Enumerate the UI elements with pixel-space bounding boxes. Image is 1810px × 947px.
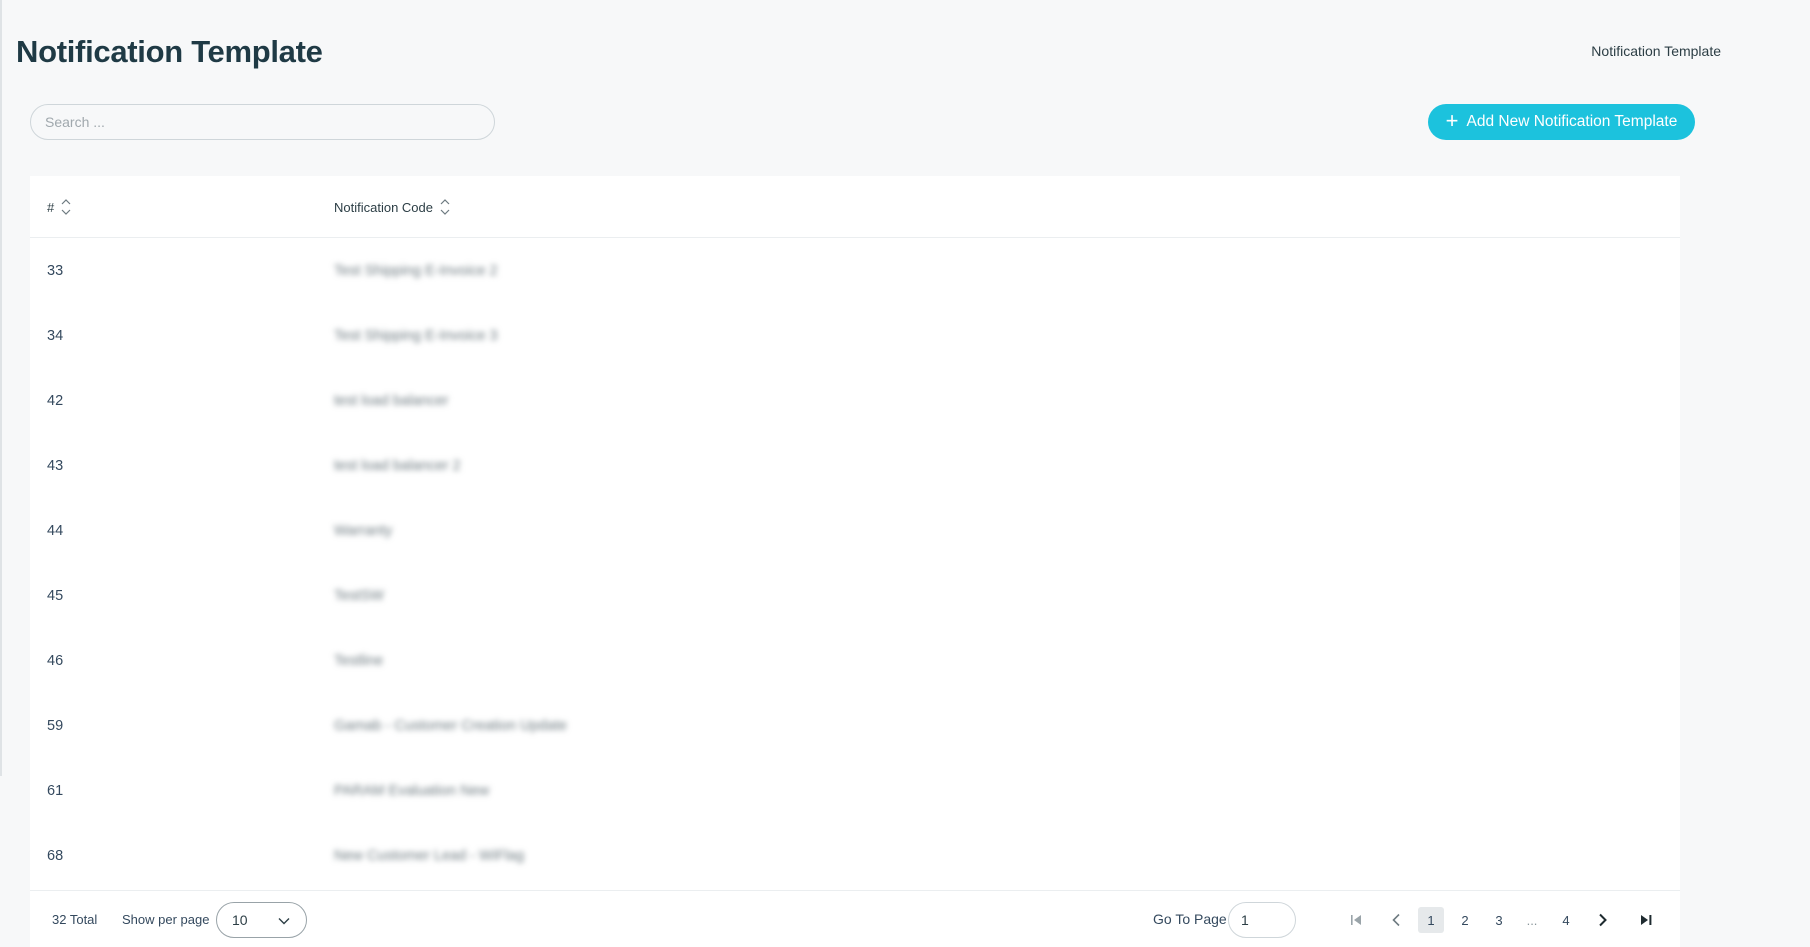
table-row[interactable]: 42 test load balancer	[30, 368, 1680, 433]
left-divider	[0, 0, 2, 776]
notification-table: # Notification Code 33 Test Shipping E-I…	[30, 176, 1680, 947]
per-page-value: 10	[232, 912, 248, 928]
row-notification-code: test load balancer	[334, 392, 449, 409]
column-header-label: Notification Code	[334, 199, 433, 215]
page-title: Notification Template	[16, 34, 323, 69]
column-header-label: #	[47, 199, 55, 215]
table-row[interactable]: 34 Test Shipping E-Invoice 3	[30, 303, 1680, 368]
last-page-icon[interactable]	[1633, 907, 1659, 933]
row-id: 43	[47, 457, 64, 474]
table-header: # Notification Code	[30, 176, 1680, 238]
row-notification-code: Warranty	[334, 522, 393, 539]
per-page-label: Show per page	[122, 911, 210, 927]
go-to-page-input[interactable]	[1228, 902, 1296, 938]
first-page-icon[interactable]	[1343, 907, 1369, 933]
page-3[interactable]: 3	[1486, 907, 1512, 933]
column-header-id[interactable]: #	[47, 176, 72, 238]
table-footer: 32 Total Show per page 10 Go To Page 1 2…	[30, 890, 1680, 947]
row-notification-code: Test Shipping E-Invoice 3	[334, 327, 498, 344]
table-body: 33 Test Shipping E-Invoice 2 34 Test Shi…	[30, 238, 1680, 888]
table-row[interactable]: 43 test load balancer 2	[30, 433, 1680, 498]
table-row[interactable]: 46 Testline	[30, 628, 1680, 693]
table-row[interactable]: 59 Gamab - Customer Creation Update	[30, 693, 1680, 758]
breadcrumb[interactable]: Notification Template	[1591, 43, 1721, 59]
row-id: 61	[47, 782, 64, 799]
row-id: 68	[47, 847, 64, 864]
total-count: 32 Total	[52, 911, 98, 927]
page-ellipsis: ...	[1526, 912, 1538, 928]
row-id: 44	[47, 522, 64, 539]
table-row[interactable]: 44 Warranty	[30, 498, 1680, 563]
sort-icon[interactable]	[439, 197, 451, 217]
table-row[interactable]: 45 TestSW	[30, 563, 1680, 628]
row-notification-code: TestSW	[334, 587, 384, 604]
page-4[interactable]: 4	[1553, 907, 1579, 933]
prev-page-icon[interactable]	[1383, 907, 1409, 933]
row-notification-code: test load balancer 2	[334, 457, 461, 474]
column-header-notification-code[interactable]: Notification Code	[334, 176, 451, 238]
search-input[interactable]	[30, 104, 495, 140]
row-notification-code: New Customer Lead - WiFlag	[334, 847, 525, 864]
page-2[interactable]: 2	[1452, 907, 1478, 933]
table-row[interactable]: 68 New Customer Lead - WiFlag	[30, 823, 1680, 888]
row-id: 33	[47, 262, 64, 279]
go-to-page-label: Go To Page	[1153, 911, 1227, 927]
next-page-icon[interactable]	[1590, 907, 1616, 933]
table-row[interactable]: 61 PARAM Evaluation New	[30, 758, 1680, 823]
chevron-down-icon	[278, 912, 290, 928]
per-page-select[interactable]: 10	[216, 902, 307, 938]
add-notification-template-button[interactable]: + Add New Notification Template	[1428, 104, 1695, 140]
plus-icon: +	[1445, 108, 1459, 133]
row-notification-code: Gamab - Customer Creation Update	[334, 717, 567, 734]
row-id: 46	[47, 652, 64, 669]
row-notification-code: Test Shipping E-Invoice 2	[334, 262, 498, 279]
row-id: 45	[47, 587, 64, 604]
table-row[interactable]: 33 Test Shipping E-Invoice 2	[30, 238, 1680, 303]
sort-icon[interactable]	[60, 197, 72, 217]
row-notification-code: Testline	[334, 652, 384, 669]
row-id: 42	[47, 392, 64, 409]
search-box	[30, 104, 495, 140]
add-button-label: Add New Notification Template	[1466, 113, 1678, 130]
row-id: 59	[47, 717, 64, 734]
page-1[interactable]: 1	[1418, 907, 1444, 933]
row-id: 34	[47, 327, 64, 344]
row-notification-code: PARAM Evaluation New	[334, 782, 490, 799]
